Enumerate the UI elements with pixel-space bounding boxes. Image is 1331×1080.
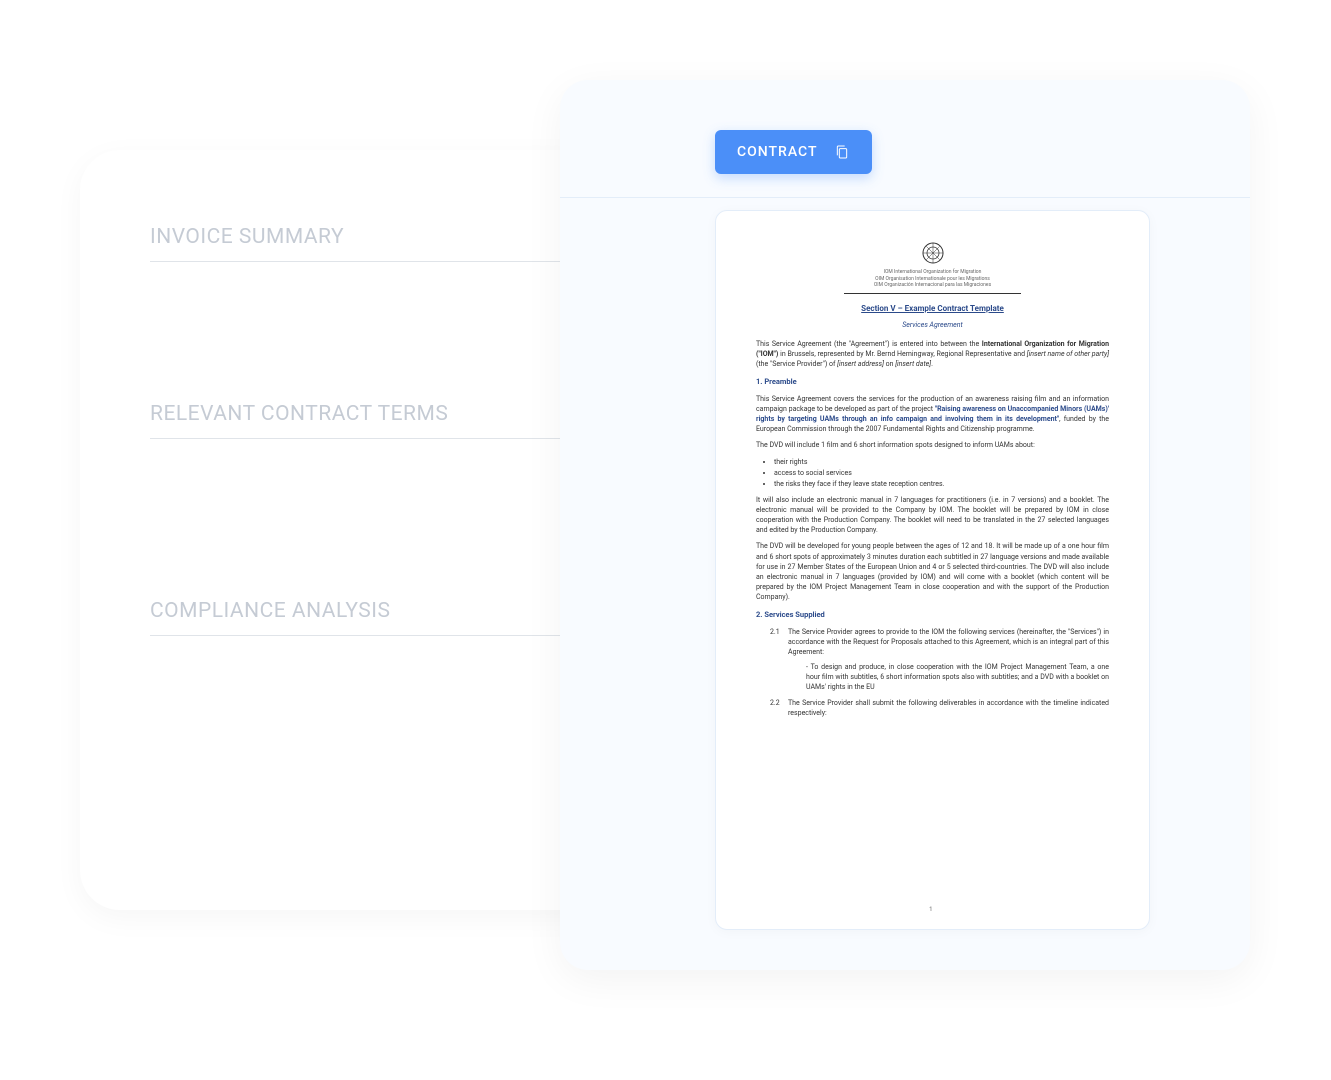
preamble-p2: The DVD will include 1 film and 6 short …	[756, 440, 1109, 450]
services-list: 2.1 The Service Provider agrees to provi…	[770, 627, 1109, 718]
services-heading: 2. Services Supplied	[756, 610, 1109, 621]
compliance-section: COMPLIANCE ANALYSIS	[150, 599, 580, 836]
org-line-3: OIM Organización Internacional para las …	[874, 282, 991, 289]
invoice-summary-body	[150, 282, 580, 342]
org-line-1: IOM International Organization for Migra…	[874, 269, 991, 276]
contract-terms-section: RELEVANT CONTRACT TERMS	[150, 402, 580, 539]
copy-icon	[834, 144, 850, 160]
contract-tab[interactable]: CONTRACT	[715, 130, 872, 174]
preamble-p4: The DVD will be developed for young peop…	[756, 541, 1109, 602]
service-21-sub: - To design and produce, in close cooper…	[806, 662, 1109, 692]
doc-section-title: Section V – Example Contract Template	[756, 304, 1109, 313]
invoice-summary-section: INVOICE SUMMARY	[150, 225, 580, 342]
document-viewer[interactable]: IOM International Organization for Migra…	[715, 210, 1150, 930]
page-number: 1	[929, 906, 932, 913]
preamble-p3: It will also include an electronic manua…	[756, 495, 1109, 536]
section-heading-compliance: COMPLIANCE ANALYSIS	[150, 599, 580, 636]
preamble-p1: This Service Agreement covers the servic…	[756, 394, 1109, 435]
preamble-heading: 1. Preamble	[756, 377, 1109, 388]
iom-logo-icon	[921, 241, 945, 265]
doc-body: This Service Agreement (the "Agreement")…	[756, 339, 1109, 719]
contract-tab-label: CONTRACT	[737, 144, 818, 160]
doc-org-lines: IOM International Organization for Migra…	[844, 269, 1021, 294]
list-item: the risks they face if they leave state …	[774, 479, 1109, 489]
doc-agreement-type: Services Agreement	[756, 321, 1109, 329]
service-item-21: 2.1 The Service Provider agrees to provi…	[770, 627, 1109, 692]
compliance-body	[150, 656, 580, 836]
contract-terms-body	[150, 459, 580, 539]
list-item: their rights	[774, 457, 1109, 467]
preamble-list: their rights access to social services t…	[774, 457, 1109, 489]
section-heading-invoice: INVOICE SUMMARY	[150, 225, 580, 262]
right-panel: CONTRACT IOM International Organization …	[560, 80, 1250, 970]
doc-intro: This Service Agreement (the "Agreement")…	[756, 339, 1109, 369]
service-item-22: 2.2 The Service Provider shall submit th…	[770, 698, 1109, 718]
panel-divider	[560, 197, 1250, 198]
doc-header: IOM International Organization for Migra…	[756, 241, 1109, 294]
list-item: access to social services	[774, 468, 1109, 478]
section-heading-contract-terms: RELEVANT CONTRACT TERMS	[150, 402, 580, 439]
